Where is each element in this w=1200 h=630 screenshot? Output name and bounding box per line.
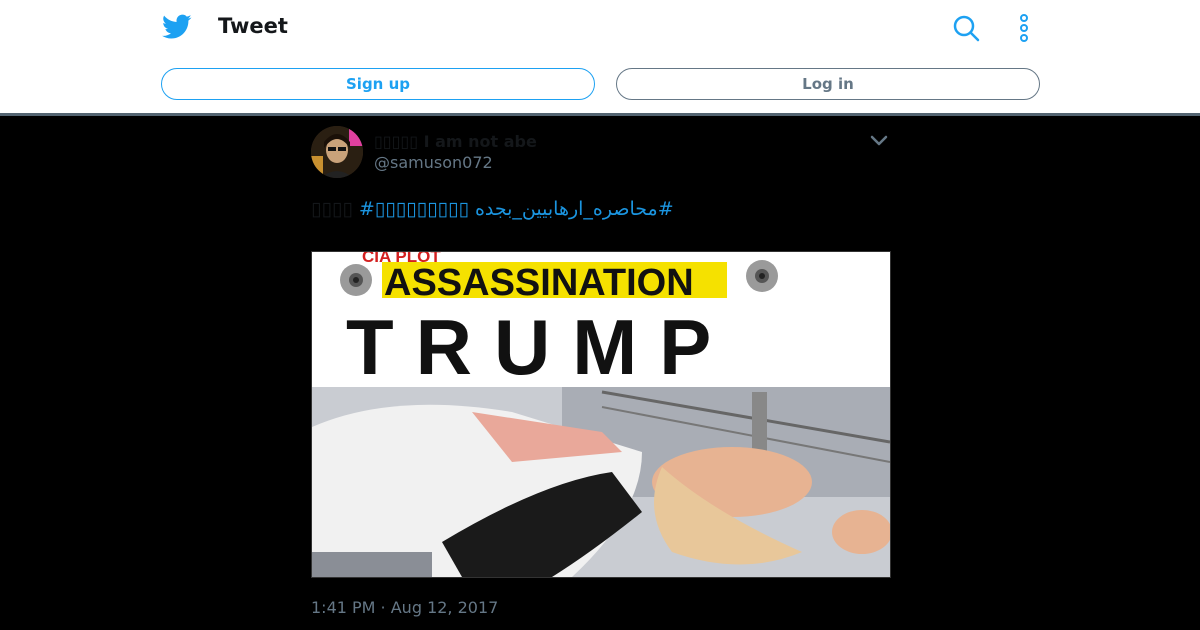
tweet-time[interactable]: 1:41 PM: [311, 598, 375, 617]
avatar[interactable]: [311, 126, 363, 178]
sign-up-button[interactable]: Sign up: [161, 68, 595, 100]
page-title: Tweet: [218, 14, 288, 38]
chevron-down-icon[interactable]: [868, 132, 890, 150]
headline-text: ASSASSINATION: [384, 262, 694, 304]
header-divider: [0, 113, 1200, 116]
tweet-text: ▯▯▯▯ #▯▯▯▯▯▯▯▯▯ #محاصره_ارهابيين_بجده: [311, 198, 891, 220]
more-vertical-icon[interactable]: [1012, 13, 1036, 43]
twitter-bird-icon[interactable]: [162, 14, 192, 40]
log-in-button[interactable]: Log in: [616, 68, 1040, 100]
tweet-photo: CIA PLOT ASSASSINATION TRUMP: [312, 252, 890, 577]
hashtag-link-2[interactable]: #محاصره_ارهابيين_بجده: [475, 198, 674, 220]
subject-text: TRUMP: [346, 303, 733, 391]
tweet-media[interactable]: CIA PLOT ASSASSINATION TRUMP: [311, 251, 891, 578]
hashtag-link-1[interactable]: #▯▯▯▯▯▯▯▯▯: [359, 198, 469, 220]
tweet-text-prefix: ▯▯▯▯: [311, 198, 353, 220]
search-icon[interactable]: [951, 13, 981, 43]
avatar-image: [311, 126, 363, 178]
top-bar: Tweet Sign up Log in: [0, 0, 1200, 113]
display-name[interactable]: ▯▯▯▯▯ I am not abe: [374, 132, 537, 151]
tweet-date[interactable]: Aug 12, 2017: [391, 598, 499, 617]
tweet-timestamp: 1:41 PM · Aug 12, 2017: [311, 598, 498, 617]
bullet-hole-left-icon: [340, 264, 372, 296]
user-handle[interactable]: @samuson072: [374, 153, 493, 172]
timestamp-separator: ·: [375, 598, 391, 617]
bullet-hole-right-icon: [746, 260, 778, 292]
